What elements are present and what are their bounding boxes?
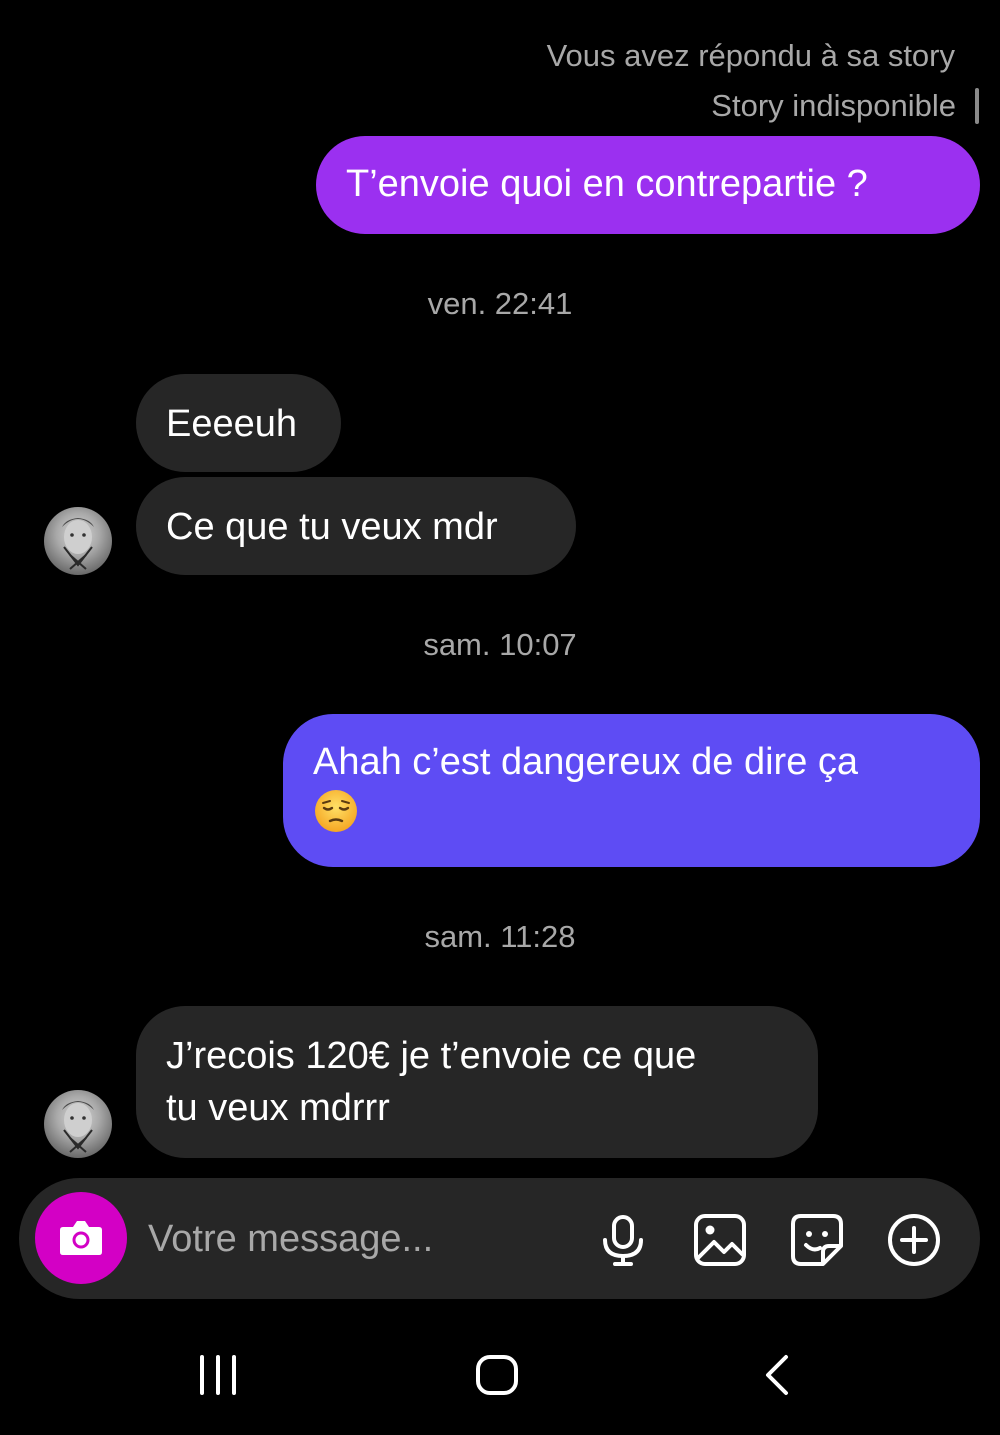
pensive-face-emoji (315, 790, 357, 832)
message-bubble-sent[interactable]: T’envoie quoi en contrepartie ? (316, 136, 980, 234)
story-unavailable-note[interactable]: Story indisponible (711, 88, 956, 124)
message-text: Eeeeuh (166, 403, 298, 445)
message-text: Ce que tu veux mdr (166, 506, 498, 548)
message-text: J’recois 120€ je t’envoie ce que tu veux… (166, 1035, 697, 1129)
microphone-icon[interactable] (593, 1210, 653, 1270)
contact-avatar[interactable] (44, 1090, 112, 1158)
message-text: T’envoie quoi en contrepartie ? (346, 163, 868, 205)
home-icon[interactable] (474, 1353, 520, 1397)
message-input[interactable] (148, 1213, 578, 1265)
message-bubble-received[interactable]: Ce que tu veux mdr (136, 477, 576, 575)
message-bubble-sent[interactable]: Ahah c’est dangereux de dire ça (283, 714, 980, 867)
story-reply-note: Vous avez répondu à sa story (546, 38, 955, 73)
message-text: Ahah c’est dangereux de dire ça (313, 741, 859, 783)
message-bubble-received[interactable]: Eeeeuh (136, 374, 341, 472)
camera-icon (60, 1221, 102, 1255)
timestamp: sam. 10:07 (423, 627, 577, 662)
story-reply-indicator (975, 88, 979, 124)
camera-button[interactable] (35, 1192, 127, 1284)
sticker-icon[interactable] (787, 1210, 847, 1270)
image-icon[interactable] (690, 1210, 750, 1270)
contact-avatar[interactable] (44, 507, 112, 575)
message-bubble-received[interactable]: J’recois 120€ je t’envoie ce que tu veux… (136, 1006, 818, 1158)
timestamp: ven. 22:41 (427, 286, 573, 321)
plus-circle-icon[interactable] (884, 1210, 944, 1270)
recent-apps-icon[interactable] (196, 1354, 240, 1396)
timestamp: sam. 11:28 (424, 919, 576, 954)
back-icon[interactable] (760, 1353, 794, 1397)
